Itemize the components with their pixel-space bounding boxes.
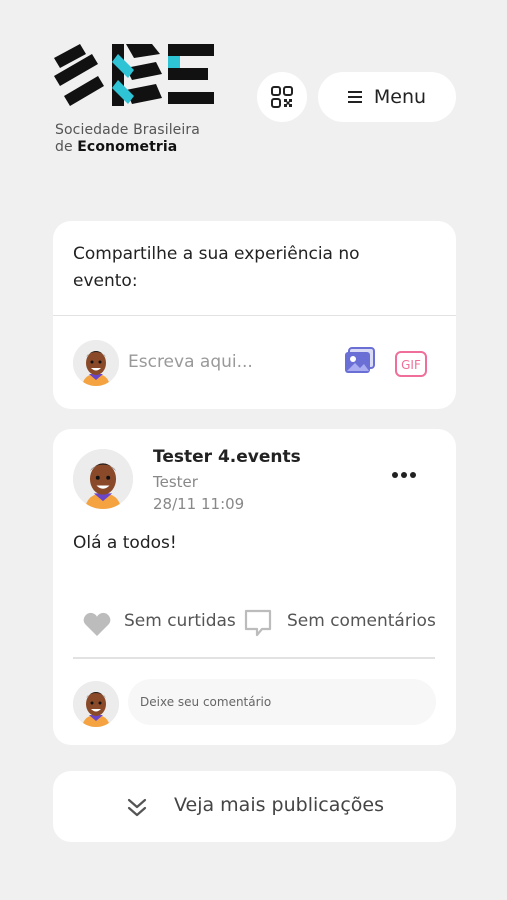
share-title: Compartilhe a sua experiência no evento: [73, 244, 360, 291]
gif-label: GIF [401, 358, 421, 372]
post-author[interactable]: Tester 4.events [153, 447, 301, 467]
post-timestamp: 28/11 11:09 [153, 495, 245, 513]
logo-line2-prefix: de [55, 139, 78, 155]
comment-input[interactable]: Deixe seu comentário [128, 679, 436, 725]
qr-code-icon [271, 86, 293, 108]
avatar [73, 681, 119, 727]
hamburger-icon [347, 91, 362, 103]
author-avatar[interactable] [73, 449, 133, 509]
divider [53, 315, 456, 316]
post-card: Tester 4.events Tester 28/11 11:09 Olá a… [53, 429, 456, 745]
see-more-label: Veja mais publicações [174, 794, 385, 816]
header: Sociedade Brasileira de Econometria Menu [0, 0, 507, 170]
qr-code-button[interactable] [257, 72, 307, 122]
like-button[interactable] [83, 611, 111, 641]
user-avatar-icon [73, 449, 133, 509]
sbe-logo-mark [54, 44, 214, 106]
heart-icon [83, 612, 111, 636]
post-text: Olá a todos! [73, 533, 177, 553]
post-author-role: Tester [153, 473, 198, 491]
more-dot-icon [392, 472, 398, 478]
comments-label: Sem comentários [287, 611, 436, 631]
logo-line2-bold: Econometria [77, 139, 178, 155]
menu-label: Menu [373, 86, 427, 108]
divider [73, 657, 435, 659]
share-experience-card: Compartilhe a sua experiência no evento:… [53, 221, 456, 409]
user-avatar-icon [73, 340, 119, 386]
sbe-logo[interactable]: Sociedade Brasileira de Econometria [52, 40, 222, 160]
logo-line1: Sociedade Brasileira [55, 122, 200, 138]
user-avatar-icon [73, 681, 119, 727]
gif-button[interactable]: GIF [395, 351, 427, 381]
menu-button[interactable]: Menu [318, 72, 456, 122]
likes-label: Sem curtidas [124, 611, 236, 631]
more-options-button[interactable] [389, 467, 419, 483]
see-more-posts-button[interactable]: Veja mais publicações [53, 771, 456, 842]
double-chevron-down-icon [127, 797, 147, 821]
logo-subtitle: Sociedade Brasileira de Econometria [55, 122, 200, 156]
image-upload-button[interactable] [344, 347, 376, 379]
image-icon [345, 347, 375, 373]
more-dot-icon [401, 472, 407, 478]
more-dot-icon [410, 472, 416, 478]
comment-icon [244, 609, 272, 637]
comment-button[interactable] [244, 609, 272, 641]
post-input[interactable]: Escreva aqui... [128, 352, 253, 372]
gif-icon: GIF [395, 351, 427, 377]
logo-line2: de Econometria [55, 139, 200, 156]
avatar [73, 340, 119, 386]
